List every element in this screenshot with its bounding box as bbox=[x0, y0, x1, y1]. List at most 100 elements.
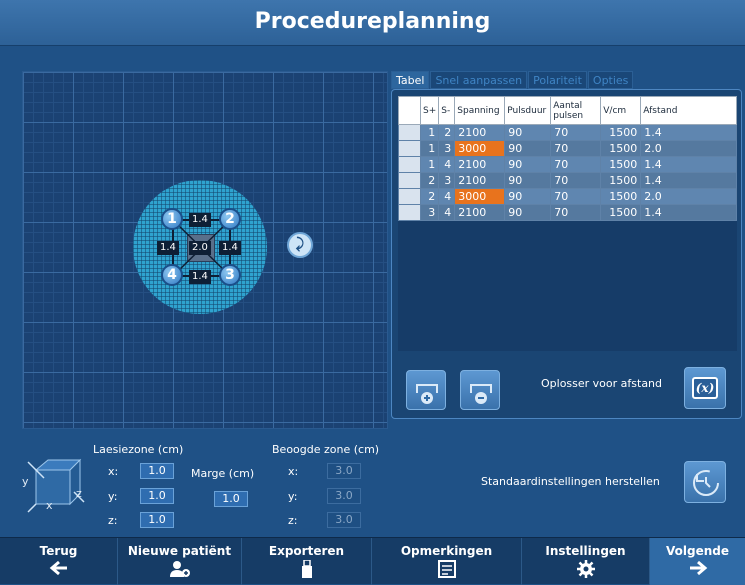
nav-settings[interactable]: Instellingen bbox=[522, 538, 650, 585]
header-s-minus: S- bbox=[438, 96, 456, 125]
electrode-grid[interactable]: 1 2 3 4 1.4 1.4 2.0 1.4 1.4 ⤸ bbox=[22, 71, 388, 429]
table-row[interactable]: 3 4 2100 90 70 1500 1.4 bbox=[398, 204, 737, 221]
cell-vcm[interactable]: 1500 bbox=[600, 124, 642, 141]
remove-row-button[interactable] bbox=[460, 370, 500, 410]
target-z-label: z: bbox=[288, 514, 298, 527]
cell-vcm[interactable]: 1500 bbox=[600, 172, 642, 189]
cell-aantal-pulsen[interactable]: 70 bbox=[550, 204, 602, 221]
distance-solver-button[interactable]: (x) bbox=[684, 367, 726, 409]
cell-afstand[interactable]: 2.0 bbox=[640, 140, 737, 157]
cell-afstand[interactable]: 1.4 bbox=[640, 172, 737, 189]
nav-notes[interactable]: Opmerkingen bbox=[372, 538, 522, 585]
remove-row-icon bbox=[470, 384, 492, 404]
cell-pulsduur[interactable]: 90 bbox=[504, 140, 552, 157]
row-select-cell[interactable] bbox=[398, 156, 421, 173]
cell-pulsduur[interactable]: 90 bbox=[504, 188, 552, 205]
cell-pulsduur[interactable]: 90 bbox=[504, 204, 552, 221]
row-select-cell[interactable] bbox=[398, 140, 421, 157]
row-select-cell[interactable] bbox=[398, 172, 421, 189]
add-row-icon bbox=[416, 384, 438, 404]
row-select-cell[interactable] bbox=[398, 124, 421, 141]
cell-aantal-pulsen[interactable]: 70 bbox=[550, 172, 602, 189]
cell-s-plus[interactable]: 1 bbox=[419, 156, 440, 173]
lesion-z-label: z: bbox=[108, 514, 118, 527]
usb-drive-icon bbox=[301, 560, 312, 578]
lesion-x-input[interactable]: 1.0 bbox=[140, 463, 174, 479]
reset-icon bbox=[693, 470, 719, 496]
electrode-4[interactable]: 4 bbox=[161, 264, 183, 286]
electrode-2[interactable]: 2 bbox=[219, 208, 241, 230]
cell-s-plus[interactable]: 1 bbox=[419, 124, 440, 141]
cell-spanning[interactable]: 2100 bbox=[454, 124, 506, 141]
header-pulsduur: Pulsduur bbox=[504, 96, 552, 125]
table-row[interactable]: 2 3 2100 90 70 1500 1.4 bbox=[398, 172, 737, 189]
tab-polariteit[interactable]: Polariteit bbox=[528, 71, 587, 89]
table-header-row: S+ S- Spanning Pulsduur Aantal pulsen V/… bbox=[398, 96, 737, 125]
page-title: Procedureplanning bbox=[0, 0, 745, 46]
cell-spanning[interactable]: 3000 bbox=[454, 140, 506, 157]
nav-next[interactable]: Volgende bbox=[650, 538, 745, 585]
cell-aantal-pulsen[interactable]: 70 bbox=[550, 156, 602, 173]
electrode-1[interactable]: 1 bbox=[161, 208, 183, 230]
distance-label-left: 1.4 bbox=[157, 241, 179, 255]
cell-s-plus[interactable]: 1 bbox=[419, 140, 440, 157]
cell-s-plus[interactable]: 3 bbox=[419, 204, 440, 221]
cell-s-minus[interactable]: 3 bbox=[438, 140, 456, 157]
row-select-cell[interactable] bbox=[398, 204, 421, 221]
cell-aantal-pulsen[interactable]: 70 bbox=[550, 124, 602, 141]
nav-export[interactable]: Exporteren bbox=[242, 538, 372, 585]
cell-pulsduur[interactable]: 90 bbox=[504, 124, 552, 141]
reset-defaults-button[interactable] bbox=[684, 461, 726, 503]
cell-vcm[interactable]: 1500 bbox=[600, 204, 642, 221]
cell-aantal-pulsen[interactable]: 70 bbox=[550, 140, 602, 157]
cell-afstand[interactable]: 1.4 bbox=[640, 204, 737, 221]
arrow-right-icon bbox=[689, 560, 707, 576]
tab-snel-aanpassen[interactable]: Snel aanpassen bbox=[430, 71, 528, 89]
lesion-y-input[interactable]: 1.0 bbox=[140, 488, 174, 504]
cell-s-minus[interactable]: 4 bbox=[438, 188, 456, 205]
lesion-z-input[interactable]: 1.0 bbox=[140, 512, 174, 528]
cell-afstand[interactable]: 1.4 bbox=[640, 124, 737, 141]
cell-vcm[interactable]: 1500 bbox=[600, 156, 642, 173]
cell-s-minus[interactable]: 4 bbox=[438, 204, 456, 221]
target-y-label: y: bbox=[288, 490, 298, 503]
solver-label: Oplosser voor afstand bbox=[541, 377, 663, 390]
nav-back[interactable]: Terug bbox=[0, 538, 118, 585]
table-row[interactable]: 1 3 3000 90 70 1500 2.0 bbox=[398, 140, 737, 157]
cell-afstand[interactable]: 1.4 bbox=[640, 156, 737, 173]
margin-input[interactable]: 1.0 bbox=[214, 491, 248, 507]
cell-spanning[interactable]: 2100 bbox=[454, 172, 506, 189]
table-row[interactable]: 1 2 2100 90 70 1500 1.4 bbox=[398, 124, 737, 141]
cube-axis-x: x bbox=[46, 499, 53, 512]
nav-new-patient[interactable]: Nieuwe patiënt bbox=[118, 538, 242, 585]
cell-s-plus[interactable]: 2 bbox=[419, 172, 440, 189]
tab-tabel[interactable]: Tabel bbox=[391, 71, 430, 89]
lesion-x-label: x: bbox=[108, 465, 119, 478]
cell-s-minus[interactable]: 4 bbox=[438, 156, 456, 173]
pulse-table-container[interactable]: S+ S- Spanning Pulsduur Aantal pulsen V/… bbox=[398, 96, 737, 351]
table-row[interactable]: 1 4 2100 90 70 1500 1.4 bbox=[398, 156, 737, 173]
target-x-value: 3.0 bbox=[327, 463, 361, 479]
cell-vcm[interactable]: 1500 bbox=[600, 188, 642, 205]
table-row[interactable]: 2 4 3000 90 70 1500 2.0 bbox=[398, 188, 737, 205]
tab-opties[interactable]: Opties bbox=[587, 71, 634, 89]
pulse-table: S+ S- Spanning Pulsduur Aantal pulsen V/… bbox=[398, 96, 737, 221]
row-select-cell[interactable] bbox=[398, 188, 421, 205]
cell-aantal-pulsen[interactable]: 70 bbox=[550, 188, 602, 205]
cell-s-minus[interactable]: 3 bbox=[438, 172, 456, 189]
add-row-button[interactable] bbox=[406, 370, 446, 410]
cell-pulsduur[interactable]: 90 bbox=[504, 156, 552, 173]
reset-defaults-label: Standaardinstellingen herstellen bbox=[481, 475, 660, 488]
cell-spanning[interactable]: 3000 bbox=[454, 188, 506, 205]
electrode-3[interactable]: 3 bbox=[219, 264, 241, 286]
cell-s-plus[interactable]: 2 bbox=[419, 188, 440, 205]
cell-spanning[interactable]: 2100 bbox=[454, 156, 506, 173]
target-y-value: 3.0 bbox=[327, 488, 361, 504]
rotate-button[interactable]: ⤸ bbox=[287, 232, 313, 258]
distance-label-center: 2.0 bbox=[189, 241, 211, 255]
cell-vcm[interactable]: 1500 bbox=[600, 140, 642, 157]
cell-s-minus[interactable]: 2 bbox=[438, 124, 456, 141]
cell-afstand[interactable]: 2.0 bbox=[640, 188, 737, 205]
cell-pulsduur[interactable]: 90 bbox=[504, 172, 552, 189]
cell-spanning[interactable]: 2100 bbox=[454, 204, 506, 221]
